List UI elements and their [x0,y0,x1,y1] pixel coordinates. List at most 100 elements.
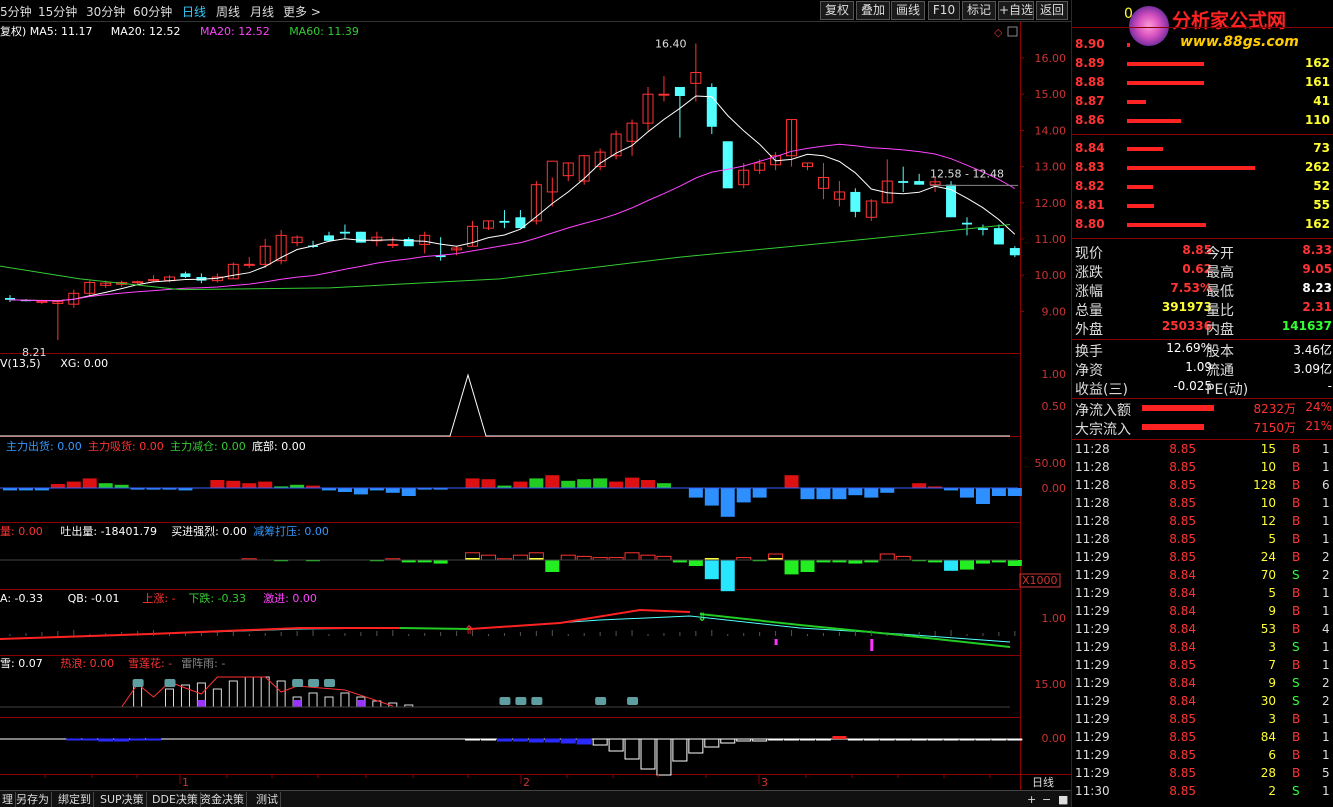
fund-bar [385,488,400,493]
fund-bar [353,488,368,495]
toolbar-button[interactable]: F10 [928,1,960,20]
trade-volume: 5 [1268,586,1276,600]
p7-bar [975,738,991,741]
trade-price: 8.85 [1169,712,1196,726]
stat-label: 净资 [1075,363,1103,379]
toolbar-button[interactable]: 返回 [1036,1,1068,20]
trade-time: 11:29 [1075,586,1110,600]
period-tab[interactable]: 月线 [250,3,274,20]
heat-bar [197,700,206,707]
flow-value: 7150万 [1253,421,1296,435]
toolbar-button[interactable]: 画线 [891,1,925,20]
bottom-tab[interactable]: DDE决策 [150,792,201,807]
trade-count: 1 [1322,784,1330,798]
fund-bar [864,488,879,498]
bottom-tab[interactable]: 另存为 [14,792,52,807]
trade-count: 6 [1322,478,1330,492]
bottom-tab[interactable]: 绑定到 [56,792,94,807]
trade-volume: 84 [1260,730,1276,744]
vol-bar [960,560,974,570]
fund-bar [210,480,225,488]
period-tab[interactable]: 30分钟 [86,3,125,20]
y-tick-label: 15.00 [1035,88,1067,101]
stat-value: - [1327,379,1332,393]
down-line [399,627,471,630]
fund-bar [816,488,831,500]
zoom-in-icon[interactable]: + [1025,792,1038,807]
chart-bg [0,22,1071,790]
trade-price: 8.85 [1169,550,1196,564]
trade-time: 11:28 [1075,460,1110,474]
p7-bar [496,738,512,742]
p7-bar [720,738,736,744]
period-tab[interactable]: 更多 > [283,3,321,20]
trade-side: S [1292,640,1300,654]
trade-count: 1 [1322,442,1330,456]
trade-volume: 15 [1260,442,1276,456]
divider [1072,398,1333,399]
trade-time: 11:29 [1075,568,1110,582]
close-icon[interactable]: ■ [1056,792,1070,807]
trade-time: 11:28 [1075,514,1110,528]
trade-side: B [1292,532,1301,546]
trade-price: 8.85 [1169,460,1196,474]
quote-value: 7.53% [1170,281,1212,295]
bid-bar [1127,147,1163,151]
bottom-tab[interactable]: 测试 [254,792,281,807]
trade-side: B [1292,442,1301,456]
flow-bar [1142,424,1204,430]
p7-bar [991,738,1007,741]
panel4-legend: 量: 0.00 [0,525,43,538]
quote-label: 总量 [1075,303,1103,319]
ask-volume: 110 [1304,113,1330,127]
p3-tick: 0.00 [1042,482,1067,495]
p2-tick: 1.00 [1042,368,1067,381]
trade-volume: 128 [1253,478,1276,492]
period-tab[interactable]: 日线 [182,3,206,20]
fund-bar [625,477,640,488]
trade-count: 1 [1322,586,1330,600]
fund-bar [848,488,863,496]
toolbar-button[interactable]: 叠加 [856,1,890,20]
heat-bar [356,700,365,707]
kline-chart[interactable]: ◇16.0015.0014.0013.0012.0011.0010.009.00… [0,22,1071,790]
trade-price: 8.84 [1169,640,1196,654]
trade-volume: 30 [1260,694,1276,708]
toolbar-button[interactable]: +自选 [998,1,1034,20]
vol-bar [433,560,448,564]
p7-bar [481,738,496,741]
ask-volume: 41 [1313,94,1330,108]
panel3-legend: 底部: 0.00 [252,439,306,453]
period-tab[interactable]: 5分钟 [0,3,32,20]
trade-count: 4 [1322,622,1330,636]
quote-value: 8.23 [1302,281,1332,295]
period-tab[interactable]: 15分钟 [38,3,77,20]
zoom-out-icon[interactable]: − [1040,792,1053,807]
bottom-tab[interactable]: 资金决策 [198,792,247,807]
bottom-tab-bar: 理另存为 绑定到 SUP决策 DDE决策 资金决策 测试 + − ■ [0,790,1071,807]
cloud-icon [164,679,176,687]
trade-side: S [1292,694,1300,708]
panel5-legend: 下跌: -0.33 [188,591,246,605]
logo-title: 分析家公式网 [1172,10,1287,32]
period-tab[interactable]: 周线 [216,3,240,20]
bottom-tab[interactable]: SUP决策 [98,792,147,807]
trade-time: 11:29 [1075,550,1110,564]
toolbar-button[interactable]: 复权 [820,1,854,20]
stat-label: 收益(三) [1075,382,1128,398]
trade-price: 8.85 [1169,748,1196,762]
trade-price: 8.85 [1169,532,1196,546]
toolbar-button[interactable]: 标记 [962,1,996,20]
p7-red-mark [832,736,847,739]
fund-bar [82,478,97,488]
trade-price: 8.85 [1169,514,1196,528]
quote-label: 涨幅 [1075,284,1103,300]
quote-value: 8.33 [1302,243,1332,257]
bid-price: 8.84 [1075,141,1105,155]
trade-volume: 12 [1260,514,1276,528]
vol-bar [545,560,560,572]
candle-body [243,263,255,266]
p7-bar [863,738,879,741]
ask-bar [1127,119,1181,123]
period-tab[interactable]: 60分钟 [133,3,172,20]
